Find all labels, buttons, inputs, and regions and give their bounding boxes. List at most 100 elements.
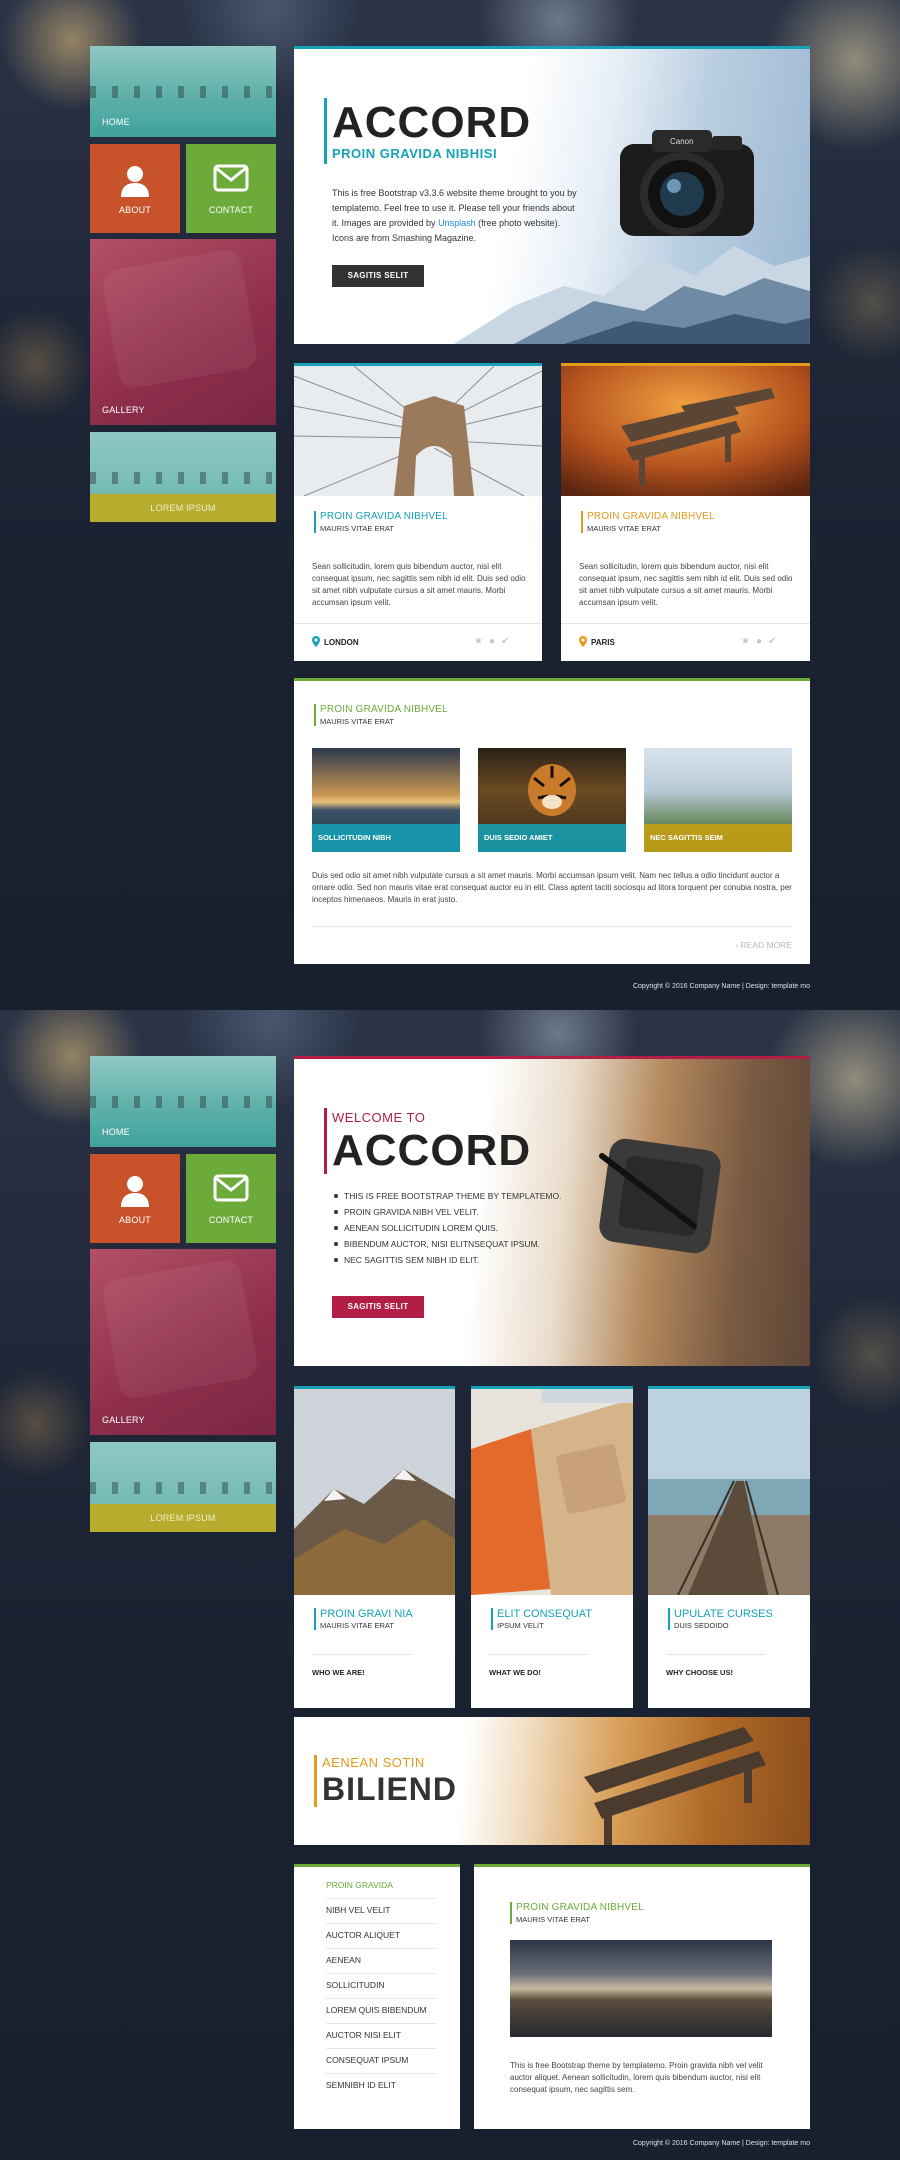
tile-photo-strip bbox=[90, 86, 276, 98]
banner-small-title: AENEAN SOTIN bbox=[322, 1755, 425, 1770]
nav-tile-contact[interactable]: CONTACT bbox=[186, 144, 276, 233]
hero-button[interactable]: SAGITIS SELIT bbox=[332, 1296, 424, 1318]
twitter-icon[interactable]: ✔ bbox=[768, 636, 782, 647]
envelope-icon bbox=[213, 1174, 249, 1202]
gallery-thumb-caption: NEC SAGITTIS SEIM bbox=[644, 824, 792, 852]
card-location: LONDON bbox=[324, 638, 359, 647]
nav-list-item[interactable]: LOREM QUIS BIBENDUM bbox=[326, 1999, 436, 2024]
user-icon bbox=[121, 166, 149, 197]
nav-list-item[interactable]: NIBH VEL VELIT bbox=[326, 1899, 436, 1924]
nav-tile-lorem[interactable]: LOREM IPSUM bbox=[90, 1442, 276, 1532]
lorem-band: LOREM IPSUM bbox=[90, 494, 276, 522]
nav-tile-about[interactable]: ABOUT bbox=[90, 1154, 180, 1243]
nav-list-item[interactable]: SEMNIBH ID ELIT bbox=[326, 2074, 436, 2098]
card-location: PARIS bbox=[591, 638, 615, 647]
hero-top-accent bbox=[294, 46, 810, 49]
article-title: PROIN GRAVIDA NIBHVEL bbox=[516, 1902, 644, 1913]
tile-photo-strip bbox=[90, 1096, 276, 1108]
map-pin-icon bbox=[579, 636, 587, 647]
envelope-icon bbox=[213, 164, 249, 192]
nav-tile-lorem-label: LOREM IPSUM bbox=[150, 1513, 216, 1523]
hero-bullet: PROIN GRAVIDA NIBH VEL VELIT. bbox=[334, 1204, 561, 1220]
nav-tile-home[interactable]: HOME bbox=[90, 46, 276, 137]
person-icon[interactable]: ● bbox=[756, 636, 768, 647]
gallery-subtitle: MAURIS VITAE ERAT bbox=[320, 717, 394, 726]
card-accent-bar bbox=[581, 511, 583, 533]
service-link[interactable]: WHO WE ARE! bbox=[312, 1668, 365, 1677]
hero-accent-bar bbox=[324, 98, 327, 164]
article-panel: PROIN GRAVIDA NIBHVEL MAURIS VITAE ERAT … bbox=[474, 1864, 810, 2129]
nav-tile-gallery[interactable]: GALLERY bbox=[90, 1249, 276, 1435]
card-title: PROIN GRAVIDA NIBHVEL bbox=[320, 511, 448, 522]
card-accent-bar bbox=[314, 511, 316, 533]
nav-tile-home[interactable]: HOME bbox=[90, 1056, 276, 1147]
map-pin-icon bbox=[312, 636, 320, 647]
nav-tile-gallery-label: GALLERY bbox=[102, 1415, 145, 1425]
hero-bullet: THIS IS FREE BOOTSTRAP THEME BY TEMPLATE… bbox=[334, 1188, 561, 1204]
service-card: UPULATE CURSES DUIS SEDOIDO WHY CHOOSE U… bbox=[648, 1386, 810, 1708]
unsplash-link[interactable]: Unsplash bbox=[438, 218, 476, 228]
gallery-thumb[interactable]: DUIS SEDIO AMIET bbox=[478, 748, 626, 852]
nav-tile-contact-label: CONTACT bbox=[208, 1215, 254, 1225]
read-more-link[interactable]: › READ MORE bbox=[735, 940, 792, 950]
bridge-image bbox=[294, 366, 542, 496]
nav-tile-contact[interactable]: CONTACT bbox=[186, 1154, 276, 1243]
nav-tile-gallery[interactable]: GALLERY bbox=[90, 239, 276, 425]
banner-big-title: BILIEND bbox=[322, 1771, 457, 1807]
card-divider bbox=[312, 1654, 412, 1655]
nav-tile-about-label: ABOUT bbox=[118, 205, 151, 215]
gallery-thumb-caption: DUIS SEDIO AMIET bbox=[478, 824, 626, 852]
service-link[interactable]: WHY CHOOSE US! bbox=[666, 1668, 733, 1677]
nav-list-item[interactable]: CONSEQUAT IPSUM bbox=[326, 2049, 436, 2074]
user-icon bbox=[121, 1176, 149, 1207]
nav-list-item[interactable]: SOLLICITUDIN bbox=[326, 1974, 436, 1999]
article-top-accent bbox=[474, 1864, 810, 1867]
banner-panel: AENEAN SOTIN BILIEND bbox=[294, 1717, 810, 1845]
twitter-icon[interactable]: ✔ bbox=[501, 636, 515, 647]
tile-photo-strip bbox=[90, 1482, 276, 1494]
gallery-divider bbox=[312, 926, 792, 927]
card-meta-icons: ★●✔ bbox=[474, 636, 515, 647]
bench-image bbox=[584, 1727, 766, 1845]
nav-tile-lorem[interactable]: LOREM IPSUM bbox=[90, 432, 276, 522]
service-title: ELIT CONSEQUAT bbox=[497, 1608, 592, 1620]
card-meta-icons: ★●✔ bbox=[741, 636, 782, 647]
hero-bullet-list: THIS IS FREE BOOTSTRAP THEME BY TEMPLATE… bbox=[334, 1188, 561, 1268]
welcome-label: WELCOME TO bbox=[332, 1110, 426, 1125]
side-nav-panel: PROIN GRAVIDA NIBH VEL VELIT AUCTOR ALIQ… bbox=[294, 1864, 460, 2129]
hero-button[interactable]: SAGITIS SELIT bbox=[332, 265, 424, 287]
service-subtitle: MAURIS VITAE ERAT bbox=[320, 1621, 394, 1630]
tile-photo-strip bbox=[90, 472, 276, 484]
card-subtitle: MAURIS VITAE ERAT bbox=[320, 524, 394, 533]
card-divider bbox=[294, 623, 542, 624]
nav-tile-about[interactable]: ABOUT bbox=[90, 144, 180, 233]
hero-top-accent bbox=[294, 1056, 810, 1059]
read-more-label: READ MORE bbox=[740, 940, 792, 950]
nav-tile-contact-label: CONTACT bbox=[208, 205, 254, 215]
service-subtitle: IPSUM VELIT bbox=[497, 1621, 544, 1630]
service-title: UPULATE CURSES bbox=[674, 1608, 773, 1620]
star-icon[interactable]: ★ bbox=[474, 636, 489, 647]
nav-list-item[interactable]: PROIN GRAVIDA bbox=[326, 1874, 436, 1899]
gallery-tile-artwork bbox=[100, 1257, 260, 1401]
nav-tile-about-label: ABOUT bbox=[118, 1215, 151, 1225]
tiger-image bbox=[528, 764, 576, 816]
star-icon[interactable]: ★ bbox=[741, 636, 756, 647]
gallery-thumb[interactable]: NEC SAGITTIS SEIM bbox=[644, 748, 792, 852]
nav-list-item[interactable]: AUCTOR ALIQUET bbox=[326, 1924, 436, 1949]
service-link[interactable]: WHAT WE DO! bbox=[489, 1668, 541, 1677]
banner-accent-bar bbox=[314, 1755, 317, 1807]
nav-list-item[interactable]: AUCTOR NISI ELIT bbox=[326, 2024, 436, 2049]
welcome-hero-panel: WELCOME TO ACCORD THIS IS FREE BOOTSTRAP… bbox=[294, 1056, 810, 1366]
gallery-thumb[interactable]: SOLLICITUDIN NIBH bbox=[312, 748, 460, 852]
hero-title: ACCORD bbox=[332, 1126, 532, 1175]
footer-copyright: Copyright © 2016 Company Name | Design: … bbox=[632, 983, 810, 990]
gallery-title: PROIN GRAVIDA NIBHVEL bbox=[320, 704, 448, 715]
gallery-panel: PROIN GRAVIDA NIBHVEL MAURIS VITAE ERAT … bbox=[294, 678, 810, 964]
nav-list-item[interactable]: AENEAN bbox=[326, 1949, 436, 1974]
service-card: ELIT CONSEQUAT IPSUM VELIT WHAT WE DO! bbox=[471, 1386, 633, 1708]
card-divider bbox=[489, 1654, 589, 1655]
person-icon[interactable]: ● bbox=[489, 636, 501, 647]
card-london: PROIN GRAVIDA NIBHVEL MAURIS VITAE ERAT … bbox=[294, 363, 542, 661]
camera-image: Canon bbox=[620, 130, 754, 236]
